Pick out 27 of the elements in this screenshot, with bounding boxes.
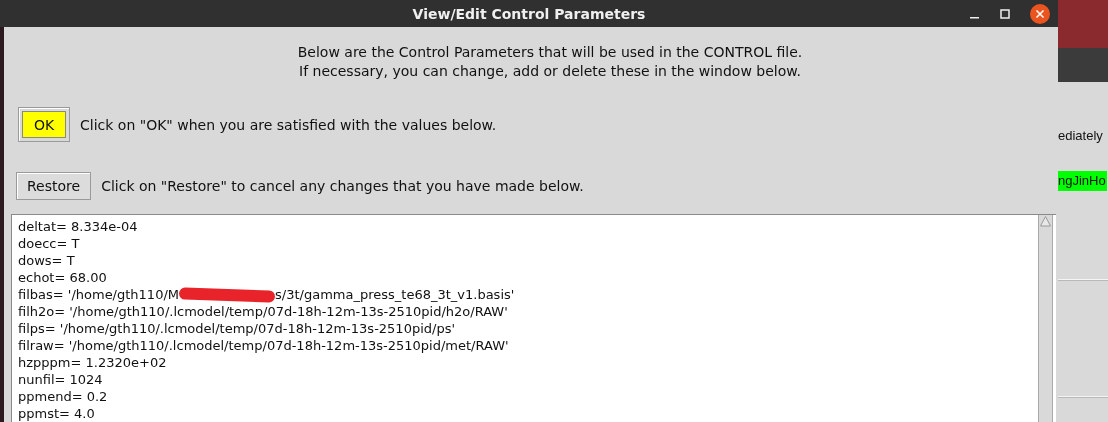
instruction-text: Click on "OK" when you are satisfied with the values below. (80, 116, 497, 133)
header-bar (1058, 48, 1108, 82)
parameter-line: deltat= 8.334e-04 (18, 218, 138, 235)
text-label: ediately (1058, 128, 1103, 143)
parameter-line: filh2o= '/home/gth110/.lcmodel/temp/07d-18h-12m-13s-2510pid/h2o/RAW' (18, 303, 508, 320)
parameter-line: hzpppm= 1.2320e+02 (18, 354, 167, 371)
parameter-line: nunfil= 1024 (18, 371, 103, 388)
restore-button[interactable]: Restore (16, 172, 92, 200)
scrollbar[interactable] (1038, 215, 1053, 422)
parameter-line: echot= 68.00 (18, 269, 107, 286)
parameter-line: filbas= '/home/gth110/M (18, 286, 179, 303)
parameter-line: ppmst= 4.0 (18, 405, 95, 422)
desktop-background (1058, 0, 1108, 48)
parameter-line: ppmend= 0.2 (18, 388, 108, 405)
maximize-icon[interactable] (1000, 9, 1010, 19)
ok-button[interactable]: OK (22, 111, 66, 138)
description-text: Below are the Control Parameters that will be used in the CONTROL file. (297, 43, 803, 62)
parameter-line: s/3t/gamma_press_te68_3t_v1.basis' (275, 286, 515, 303)
parameter-line: dows= T (18, 252, 75, 269)
instruction-text: Click on "Restore" to cancel any changes that you have made below. (101, 178, 584, 194)
highlighted-label: ngJinHo (1058, 171, 1107, 191)
parameter-line: filps= '/home/gth110/.lcmodel/temp/07d-18h-12m-13s-2510pid/ps' (18, 320, 455, 337)
close-icon[interactable] (1030, 4, 1050, 24)
description-text: If necessary, you can change, add or delete these in the window below. (299, 62, 801, 81)
parameter-line: doecc= T (18, 235, 80, 252)
window-title: View/Edit Control Parameters (412, 5, 646, 22)
parameter-line: filraw= '/home/gth110/.lcmodel/temp/07d-18h-12m-13s-2510pid/met/RAW' (18, 337, 509, 354)
